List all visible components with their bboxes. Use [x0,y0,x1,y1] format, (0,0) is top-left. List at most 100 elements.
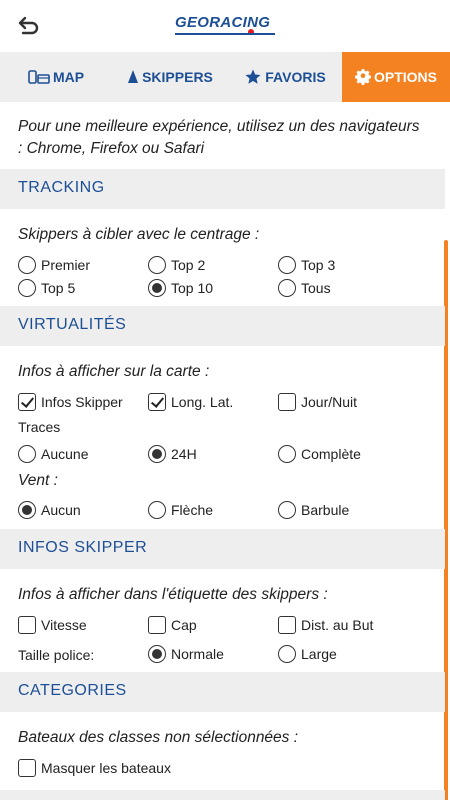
radio-top3[interactable]: Top 3 [278,256,335,274]
radio-vent-aucun[interactable]: Aucun [18,501,81,519]
check-cap-label: Cap [171,617,197,633]
radio-top2-label: Top 2 [171,257,206,273]
radio-top2[interactable]: Top 2 [148,256,205,274]
gear-icon [354,69,371,85]
radio-circle [278,645,296,663]
radio-premier[interactable]: Premier [18,256,90,274]
section-categories: CATEGORIES [0,672,445,712]
section-categories-title: CATEGORIES [18,682,127,699]
check-infos-skipper-label: Infos Skipper [41,394,123,410]
radio-traces-aucune[interactable]: Aucune [18,445,88,463]
radio-vent-barbule[interactable]: Barbule [278,501,349,519]
section-tracking-title: TRACKING [18,179,105,196]
radio-top3-label: Top 3 [301,257,336,273]
font-size-label: Taille police: [18,647,95,663]
radio-premier-label: Premier [41,257,91,273]
radio-circle-selected [18,501,36,519]
tab-bar: MAP SKIPPERS FAVORIS OPTIONS [0,52,450,102]
radio-font-normale-label: Normale [171,646,224,662]
radio-vent-fleche-label: Flèche [171,502,214,518]
radio-font-large-label: Large [301,646,337,662]
checkbox-checked [148,393,166,411]
radio-circle [278,279,296,297]
check-vitesse-label: Vitesse [41,617,87,633]
radio-top10-label: Top 10 [171,280,214,296]
radio-traces-complete[interactable]: Complète [278,445,361,463]
section-infos-skipper-title: INFOS SKIPPER [18,539,148,556]
tab-options[interactable]: OPTIONS [342,52,450,102]
radio-circle [18,445,36,463]
radio-tous-label: Tous [301,280,331,296]
tab-map-label: MAP [52,69,85,85]
radio-vent-fleche[interactable]: Flèche [148,501,213,519]
radio-traces-aucune-label: Aucune [41,446,89,462]
section-next-partial [0,790,445,800]
section-virtualites-title: VIRTUALITÉS [18,316,127,333]
radio-circle [18,279,36,297]
logo-underline [175,33,275,35]
check-jour-nuit[interactable]: Jour/Nuit [278,393,357,411]
back-button[interactable] [14,12,42,40]
radio-tous[interactable]: Tous [278,279,331,297]
checkbox-checked [18,393,36,411]
radio-traces-24h[interactable]: 24H [148,445,197,463]
check-jour-nuit-label: Jour/Nuit [301,394,358,410]
section-virtualites: VIRTUALITÉS [0,306,445,346]
radio-circle [148,501,166,519]
radio-vent-aucun-label: Aucun [41,502,81,518]
check-masquer-bateaux[interactable]: Masquer les bateaux [18,759,171,777]
radio-top5[interactable]: Top 5 [18,279,75,297]
tab-skippers-label: SKIPPERS [142,69,213,85]
radio-circle-selected [148,279,166,297]
radio-circle [148,256,166,274]
tab-map[interactable]: MAP [0,52,112,102]
radio-circle [18,256,36,274]
check-vitesse[interactable]: Vitesse [18,616,87,634]
radio-circle [278,501,296,519]
check-masquer-bateaux-label: Masquer les bateaux [41,760,171,776]
radio-font-large[interactable]: Large [278,645,337,663]
browser-notice: Pour une meilleure expérience, utilisez … [18,118,420,157]
section-tracking: TRACKING [0,169,445,209]
check-dist-but[interactable]: Dist. au But [278,616,373,634]
radio-traces-complete-label: Complète [301,446,361,462]
sail-icon [127,69,139,85]
top-bar: GEORACING [0,0,450,52]
tab-options-label: OPTIONS [373,69,437,85]
radio-top10[interactable]: Top 10 [148,279,213,297]
radio-circle [278,445,296,463]
traces-label: Traces [18,419,61,435]
check-long-lat-label: Long. Lat. [171,394,234,410]
check-dist-but-label: Dist. au But [301,617,374,633]
infos-skipper-label: Infos à afficher dans l'étiquette des sk… [18,586,328,603]
checkbox [18,759,36,777]
radio-circle [278,256,296,274]
checkbox [18,616,36,634]
radio-font-normale[interactable]: Normale [148,645,224,663]
map-device-icon [28,69,50,85]
check-cap[interactable]: Cap [148,616,197,634]
checkbox [278,393,296,411]
tracking-label: Skippers à cibler avec le centrage : [18,226,260,243]
options-panel: Pour une meilleure expérience, utilisez … [0,102,450,800]
radio-top5-label: Top 5 [41,280,76,296]
georacing-logo: GEORACING [175,14,275,38]
check-long-lat[interactable]: Long. Lat. [148,393,233,411]
check-infos-skipper[interactable]: Infos Skipper [18,393,123,411]
categories-label: Bateaux des classes non sélectionnées : [18,729,299,746]
back-arrow-icon [18,16,39,35]
star-icon [244,68,262,86]
checkbox [278,616,296,634]
tab-favoris-label: FAVORIS [265,69,326,85]
checkbox [148,616,166,634]
radio-circle-selected [148,445,166,463]
virtualites-label: Infos à afficher sur la carte : [18,363,210,380]
logo-text: GEORACING [175,14,271,31]
radio-circle-selected [148,645,166,663]
radio-traces-24h-label: 24H [171,446,197,462]
tab-favoris[interactable]: FAVORIS [228,52,342,102]
tab-skippers[interactable]: SKIPPERS [112,52,228,102]
section-infos-skipper: INFOS SKIPPER [0,529,445,569]
vent-label: Vent : [18,472,58,489]
radio-vent-barbule-label: Barbule [301,502,350,518]
